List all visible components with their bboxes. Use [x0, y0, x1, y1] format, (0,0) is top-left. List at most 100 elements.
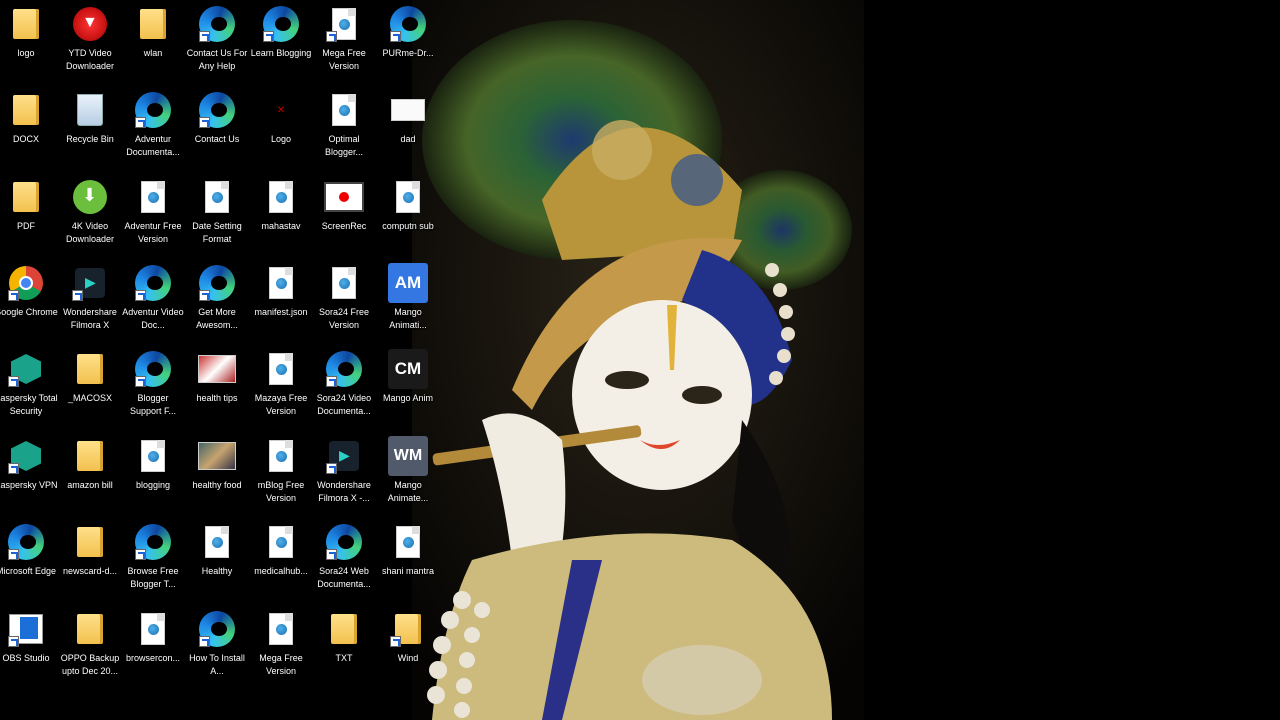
file-icon	[133, 609, 173, 649]
desktop-icon-get-more-awesom[interactable]: Get More Awesom...	[186, 261, 248, 345]
desktop-icon-newscard-d[interactable]: newscard-d...	[59, 520, 121, 604]
desktop-icon-logo[interactable]: ✕ Logo	[250, 88, 312, 172]
desktop-icon-label: OBS Studio	[2, 653, 50, 663]
folder-icon	[70, 436, 110, 476]
desktop-icon-kaspersky-vpn[interactable]: Kaspersky VPN	[0, 434, 58, 518]
desktop-icon-label: Adventur Video Doc...	[122, 307, 184, 330]
desktop-icon-how-to-install-a[interactable]: How To Install A...	[186, 607, 248, 691]
desktop-icon-optimal-blogger[interactable]: Optimal Blogger...	[313, 88, 375, 172]
desktop-icon-healthy-food[interactable]: healthy food	[186, 434, 248, 518]
desktop-icon-amazon-bill[interactable]: amazon bill	[59, 434, 121, 518]
desktop-icon-mahastav[interactable]: mahastav	[250, 175, 312, 259]
desktop-icon-adventur-documenta[interactable]: Adventur Documenta...	[122, 88, 184, 172]
filmora-icon	[324, 436, 364, 476]
desktop-icon-healthy[interactable]: Healthy	[186, 520, 248, 604]
desktop-icon-label: OPPO Backup upto Dec 20...	[60, 653, 120, 676]
file-icon	[261, 263, 301, 303]
desktop-icon-recycle-bin[interactable]: Recycle Bin	[59, 88, 121, 172]
desktop-icon-learn-blogging[interactable]: Learn Blogging	[250, 2, 312, 86]
desktop-icon-label: Sora24 Video Documenta...	[316, 393, 372, 416]
desktop-icon-label: Sora24 Web Documenta...	[317, 566, 371, 589]
folder-icon	[6, 4, 46, 44]
desktop-icon-macosx[interactable]: _MACOSX	[59, 347, 121, 431]
desktop-icon-label: Google Chrome	[0, 307, 58, 317]
desktop-icon-mango-animati[interactable]: AM Mango Animati...	[377, 261, 439, 345]
desktop-icon-4k-video-downloader[interactable]: 4K Video Downloader	[59, 175, 121, 259]
am-icon: AM	[388, 263, 428, 303]
desktop-icon-wind[interactable]: Wind	[377, 607, 439, 691]
desktop-icon-health-tips[interactable]: health tips	[186, 347, 248, 431]
file-icon	[261, 522, 301, 562]
file-icon	[197, 177, 237, 217]
desktop-icon-wlan[interactable]: wlan	[122, 2, 184, 86]
desktop-icon-adventur-video-doc[interactable]: Adventur Video Doc...	[122, 261, 184, 345]
desktop-icon-shani-mantra[interactable]: shani mantra	[377, 520, 439, 604]
desktop-icon-sora24-web-documenta[interactable]: Sora24 Web Documenta...	[313, 520, 375, 604]
desktop-icon-medicalhub[interactable]: medicalhub...	[250, 520, 312, 604]
wallpaper-image	[412, 0, 864, 720]
shortcut-arrow-icon	[72, 290, 83, 301]
desktop-icon-label: newscard-d...	[62, 566, 118, 576]
desktop-icon-adventur-free-version[interactable]: Adventur Free Version	[122, 175, 184, 259]
desktop-icon-mango-anim[interactable]: CM Mango Anim	[377, 347, 439, 431]
desktop-icon-logo[interactable]: logo	[0, 2, 57, 86]
desktop-icon-docx[interactable]: DOCX	[0, 88, 57, 172]
desktop-icon-kaspersky-total-security[interactable]: Kaspersky Total Security	[0, 347, 58, 431]
desktop-icon-label: Learn Blogging	[250, 48, 312, 58]
obs-icon	[6, 609, 46, 649]
recycle-bin-icon	[70, 90, 110, 130]
desktop-icon-label: Mazaya Free Version	[254, 393, 308, 416]
desktop-icon-label: shani mantra	[381, 566, 435, 576]
desktop-icon-mazaya-free-version[interactable]: Mazaya Free Version	[250, 347, 312, 431]
desktop-icon-ytd-video-downloader[interactable]: YTD Video Downloader	[59, 2, 121, 86]
desktop-icon-label: Mega Free Version	[322, 48, 366, 71]
shortcut-arrow-icon	[390, 636, 401, 647]
desktop-icon-google-chrome[interactable]: Google Chrome	[0, 261, 58, 345]
desktop-icon-wondershare-filmora-x[interactable]: Wondershare Filmora X	[59, 261, 121, 345]
desktop-icon-dad[interactable]: dad	[377, 88, 439, 172]
desktop-icon-computn-sub[interactable]: computn sub	[377, 175, 439, 259]
desktop-icon-pdf[interactable]: PDF	[0, 175, 57, 259]
desktop-icon-screenrec[interactable]: ScreenRec	[313, 175, 375, 259]
desktop-icon-mango-animate[interactable]: WM Mango Animate...	[377, 434, 439, 518]
desktop-icon-label: Adventur Free Version	[124, 221, 182, 244]
desktop-icon-grid: logo YTD Video Downloader wlan Contact Us F…	[0, 0, 440, 720]
desktop-icon-label: Mango Animati...	[389, 307, 427, 330]
file-icon	[133, 436, 173, 476]
desktop-icon-obs-studio[interactable]: OBS Studio	[0, 607, 57, 691]
desktop-icon-txt[interactable]: TXT	[313, 607, 375, 691]
logo-icon: ✕	[276, 104, 286, 116]
kaspersky-icon	[6, 349, 46, 389]
desktop-icon-purme-dr[interactable]: PURme-Dr...	[377, 2, 439, 86]
desktop-icon-mblog-free-version[interactable]: mBlog Free Version	[250, 434, 312, 518]
edge-icon	[261, 4, 301, 44]
desktop-icon-label: 4K Video Downloader	[65, 221, 115, 244]
edge-icon	[388, 4, 428, 44]
desktop-icon-sora24-free-version[interactable]: Sora24 Free Version	[313, 261, 375, 345]
desktop-icon-contact-us[interactable]: Contact Us	[186, 88, 248, 172]
desktop-icon-contact-us-for-any-help[interactable]: Contact Us For Any Help	[186, 2, 248, 86]
desktop-icon-manifest-json[interactable]: manifest.json	[250, 261, 312, 345]
desktop-icon-blogger-support-f[interactable]: Blogger Support F...	[122, 347, 184, 431]
desktop-icon-date-setting-format[interactable]: Date Setting Format	[186, 175, 248, 259]
shortcut-arrow-icon	[199, 31, 210, 42]
desktop-icon-label: logo	[17, 48, 35, 58]
desktop-icon-browse-free-blogger-t[interactable]: Browse Free Blogger T...	[122, 520, 184, 604]
desktop-icon-label: Kaspersky VPN	[0, 480, 58, 490]
folder-icon	[70, 349, 110, 389]
desktop-icon-blogging[interactable]: blogging	[122, 434, 184, 518]
desktop-icon-oppo-backup-upto-dec-20[interactable]: OPPO Backup upto Dec 20...	[59, 607, 121, 691]
screenrec-icon	[324, 177, 364, 217]
chrome-icon	[6, 263, 46, 303]
desktop-icon-sora24-video-documenta[interactable]: Sora24 Video Documenta...	[313, 347, 375, 431]
desktop-icon-mega-free-version[interactable]: Mega Free Version	[313, 2, 375, 86]
desktop-icon-mega-free-version[interactable]: Mega Free Version	[250, 607, 312, 691]
desktop-icon-label: YTD Video Downloader	[65, 48, 115, 71]
desktop[interactable]: logo YTD Video Downloader wlan Contact Us F…	[0, 0, 1280, 720]
desktop-icon-label: blogging	[135, 480, 171, 490]
desktop-icon-browsercon[interactable]: browsercon...	[122, 607, 184, 691]
desktop-icon-microsoft-edge[interactable]: Microsoft Edge	[0, 520, 57, 604]
image-icon	[197, 349, 237, 389]
desktop-icon-wondershare-filmora-x[interactable]: Wondershare Filmora X -...	[313, 434, 375, 518]
desktop-icon-label: computn sub	[382, 221, 434, 231]
